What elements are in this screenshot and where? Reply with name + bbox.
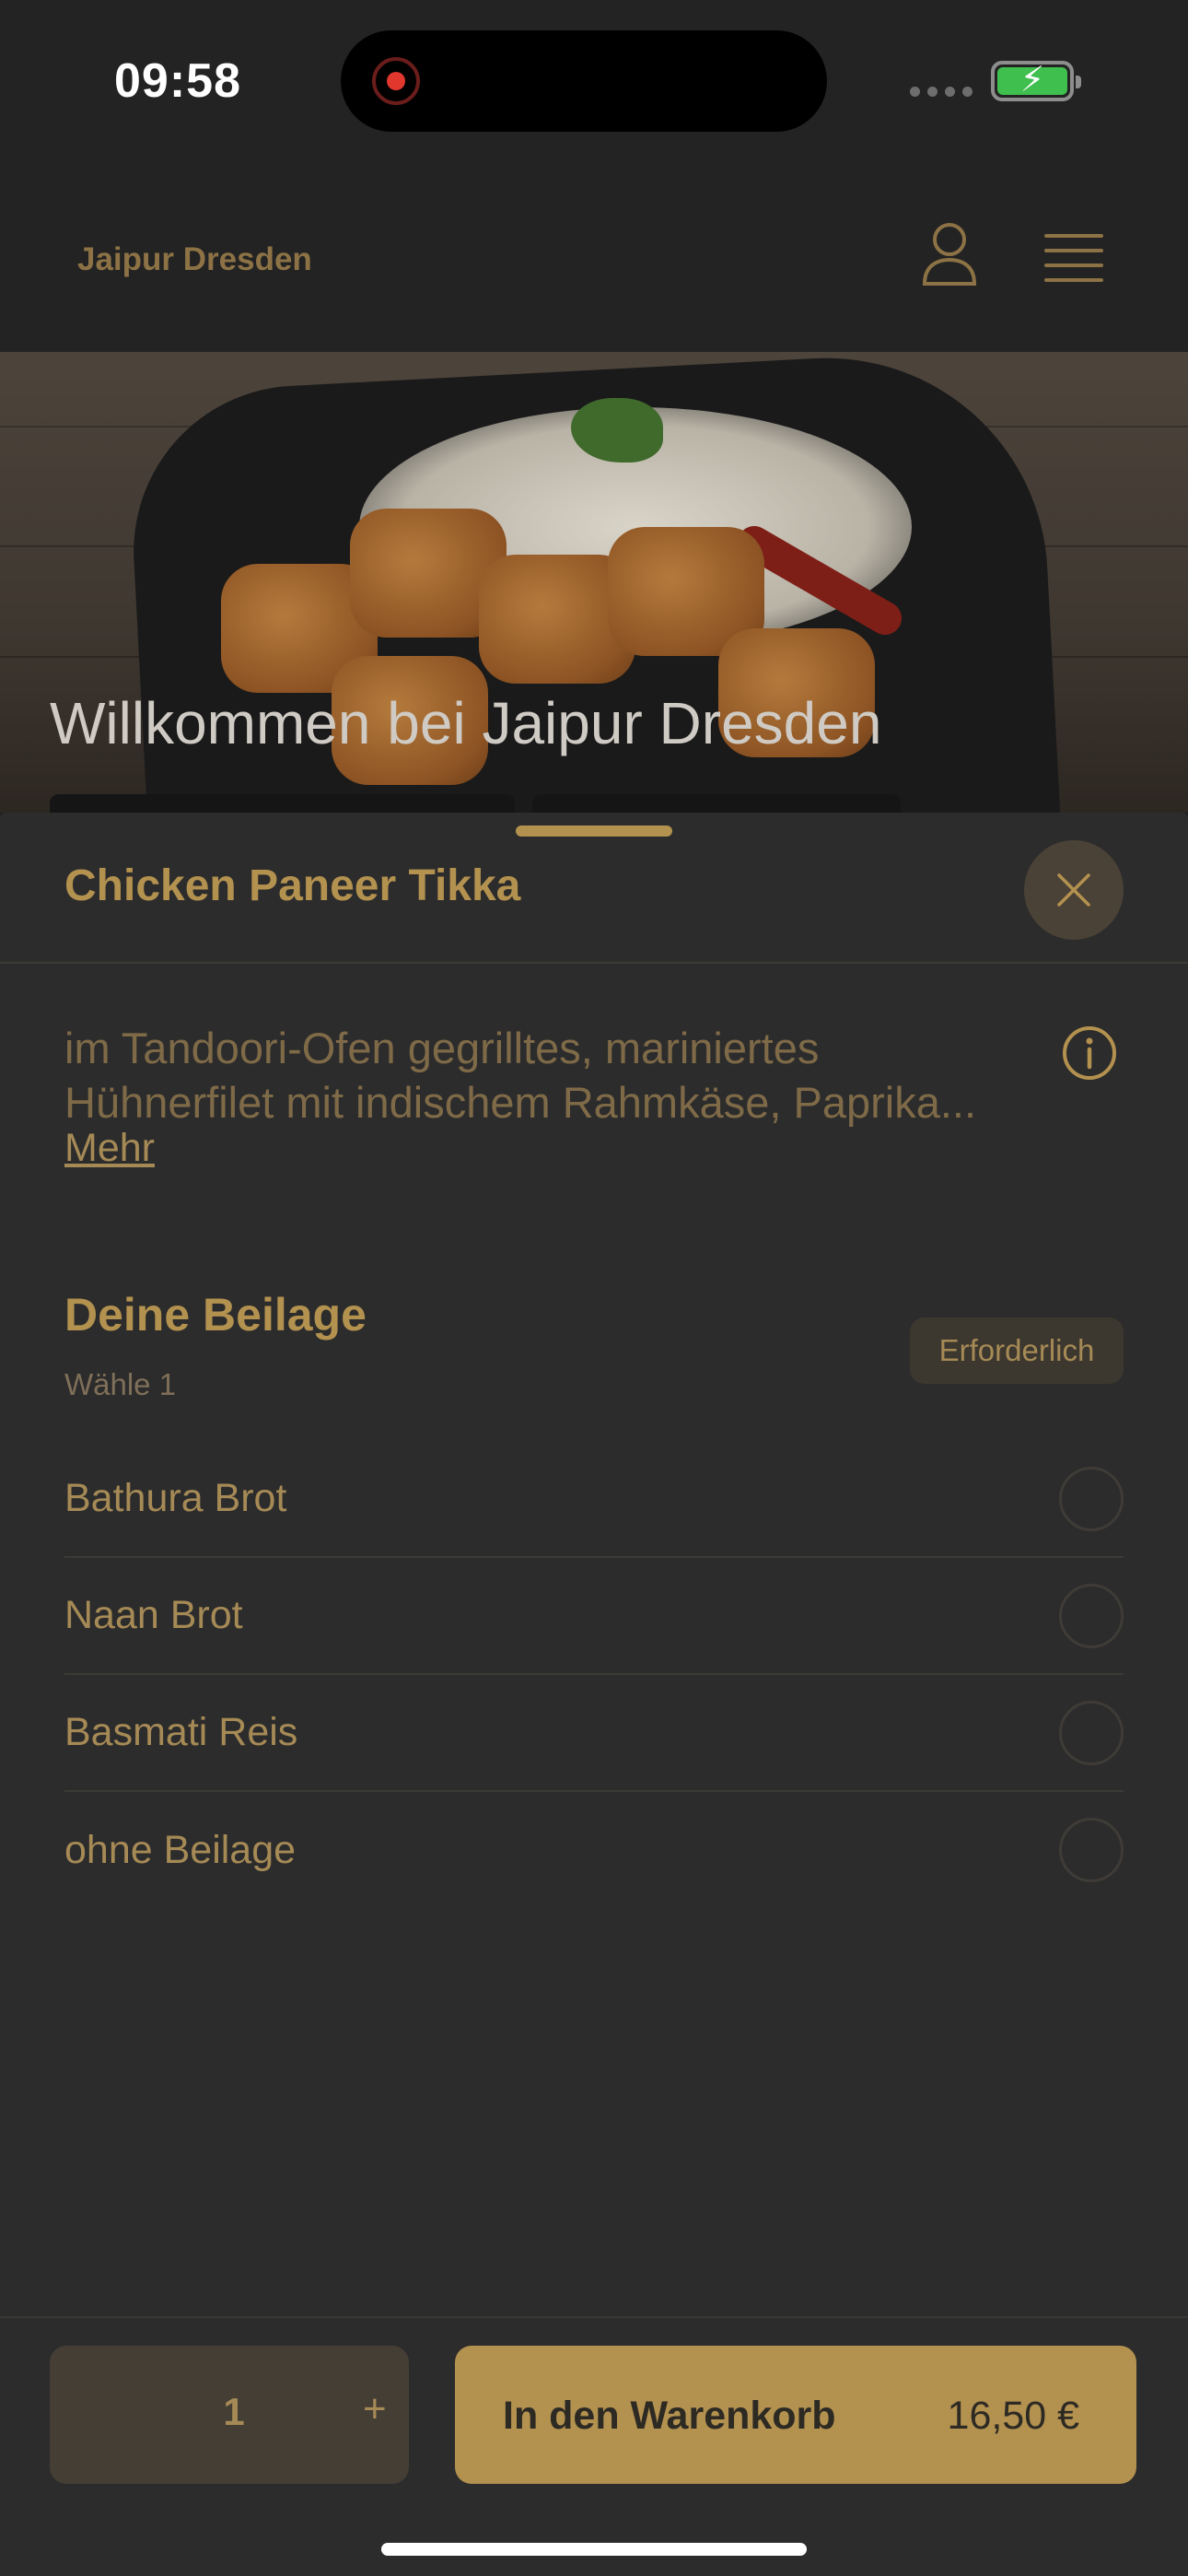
close-button[interactable]: [1024, 840, 1124, 940]
section-title: Deine Beilage: [64, 1289, 367, 1341]
product-sheet: Chicken Paneer Tikka im Tandoori-Ofen ge…: [0, 813, 1188, 2576]
signal-icon: [910, 87, 973, 97]
option-label: Bathura Brot: [64, 1476, 287, 1520]
brand-name[interactable]: Jaipur Dresden: [77, 241, 312, 278]
option-naan-brot[interactable]: Naan Brot: [64, 1558, 1124, 1675]
dynamic-island: [341, 30, 827, 132]
option-bathura-brot[interactable]: Bathura Brot: [64, 1441, 1124, 1558]
required-badge: Erforderlich: [910, 1317, 1124, 1384]
sheet-footer: 1 + In den Warenkorb 16,50 €: [0, 2316, 1188, 2576]
hero-tab[interactable]: [50, 794, 515, 813]
more-link[interactable]: Mehr: [64, 1126, 155, 1171]
hero-banner: Willkommen bei Jaipur Dresden: [0, 352, 1188, 813]
add-to-cart-label: In den Warenkorb: [503, 2394, 836, 2438]
menu-icon[interactable]: [1044, 234, 1103, 282]
home-indicator[interactable]: [381, 2543, 807, 2556]
radio-button[interactable]: [1059, 1818, 1124, 1882]
side-options-list: Bathura Brot Naan Brot Basmati Reis ohne…: [64, 1441, 1124, 1909]
radio-button[interactable]: [1059, 1467, 1124, 1531]
option-label: ohne Beilage: [64, 1828, 297, 1872]
hero-title: Willkommen bei Jaipur Dresden: [50, 690, 882, 756]
user-icon[interactable]: [921, 221, 978, 287]
divider: [0, 962, 1188, 964]
product-description: im Tandoori-Ofen gegrilltes, mariniertes…: [64, 1024, 977, 1127]
status-time: 09:58: [114, 54, 241, 108]
price-label: 16,50 €: [947, 2394, 1079, 2438]
sheet-grabber[interactable]: [516, 825, 672, 837]
close-icon: [1057, 873, 1090, 907]
recording-icon: [372, 57, 420, 105]
add-to-cart-button[interactable]: In den Warenkorb 16,50 €: [455, 2346, 1136, 2484]
app-header: Jaipur Dresden: [0, 157, 1188, 352]
quantity-value: 1: [223, 2390, 245, 2433]
increment-button[interactable]: +: [363, 2386, 387, 2432]
hero-tab[interactable]: [532, 794, 901, 813]
status-bar: 09:58 ⚡: [0, 0, 1188, 157]
product-title: Chicken Paneer Tikka: [64, 861, 521, 910]
quantity-stepper: 1 +: [50, 2346, 409, 2484]
radio-button[interactable]: [1059, 1584, 1124, 1648]
option-basmati-reis[interactable]: Basmati Reis: [64, 1675, 1124, 1792]
option-label: Basmati Reis: [64, 1710, 298, 1754]
section-subtitle: Wähle 1: [64, 1367, 177, 1401]
info-icon[interactable]: [1061, 1025, 1118, 1082]
battery-icon: ⚡: [991, 61, 1081, 101]
option-ohne-beilage[interactable]: ohne Beilage: [64, 1792, 1124, 1909]
radio-button[interactable]: [1059, 1701, 1124, 1765]
option-label: Naan Brot: [64, 1593, 243, 1637]
